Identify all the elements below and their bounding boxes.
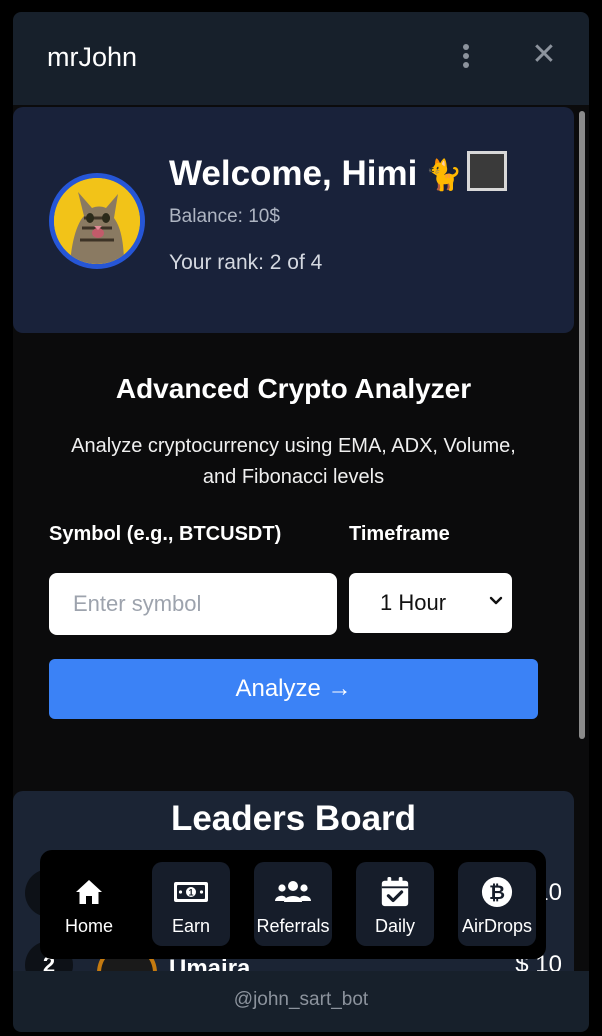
rank-text: Your rank: 2 of 4 — [169, 251, 323, 274]
nav-earn[interactable]: 1 Earn — [152, 862, 230, 946]
nav-label: Daily — [374, 916, 415, 936]
nav-label: Referrals — [256, 916, 330, 936]
welcome-heading: Welcome, Himi 🐈 — [169, 151, 507, 194]
calendar-check-icon — [381, 876, 409, 907]
nav-label: Home — [64, 916, 113, 936]
more-options-icon[interactable] — [455, 44, 477, 72]
close-icon[interactable]: ✕ — [531, 40, 557, 70]
cat-icon: 🐈 — [425, 159, 463, 192]
avatar — [49, 173, 145, 269]
home-icon — [76, 880, 102, 904]
window-title: mrJohn — [47, 42, 138, 72]
nav-home[interactable]: Home — [50, 862, 128, 946]
symbol-label: Symbol (e.g., BTCUSDT) — [49, 523, 282, 545]
nav-referrals[interactable]: Referrals — [254, 862, 332, 946]
timeframe-label: Timeframe — [349, 523, 450, 545]
leaders-board-title: Leaders Board — [170, 799, 417, 838]
welcome-card: Welcome, Himi 🐈 Balance: 10$ Your rank: 2… — [13, 107, 574, 333]
footer-bot-handle: @john_sart_bot — [13, 971, 589, 1032]
chevron-down-icon — [489, 596, 503, 605]
timeframe-select[interactable]: 1 Hour — [349, 573, 512, 633]
nav-airdrops[interactable]: ₿ AirDrops — [458, 862, 536, 946]
analyzer-description: Analyze cryptocurrency using EMA, ADX, V… — [71, 435, 516, 488]
balance-text: Balance: 10$ — [169, 206, 280, 227]
bitcoin-icon: ₿ — [481, 876, 513, 908]
money-icon: 1 — [174, 882, 208, 902]
timeframe-value: 1 Hour — [380, 590, 447, 615]
scrollbar-thumb[interactable] — [579, 111, 585, 739]
broken-glyph-box — [466, 151, 507, 191]
app-window: mrJohn ✕ Welcome, Himi 🐈 Balance: 10$ Yo… — [13, 12, 589, 1032]
bottom-nav: Home 1 Earn Referrals Daily ₿ AirDrops — [40, 850, 546, 959]
svg-text:₿: ₿ — [489, 881, 505, 904]
analyzer-title: Advanced Crypto Analyzer — [115, 373, 472, 404]
users-icon — [275, 881, 311, 902]
svg-text:1: 1 — [188, 888, 193, 898]
greeting-text: Welcome, Himi — [169, 154, 418, 193]
analyze-button[interactable]: Analyze → — [49, 659, 538, 719]
nav-label: AirDrops — [461, 916, 532, 936]
title-bar: mrJohn ✕ — [13, 12, 589, 105]
nav-daily[interactable]: Daily — [356, 862, 434, 946]
nav-label: Earn — [171, 916, 211, 936]
symbol-input[interactable] — [49, 573, 337, 635]
